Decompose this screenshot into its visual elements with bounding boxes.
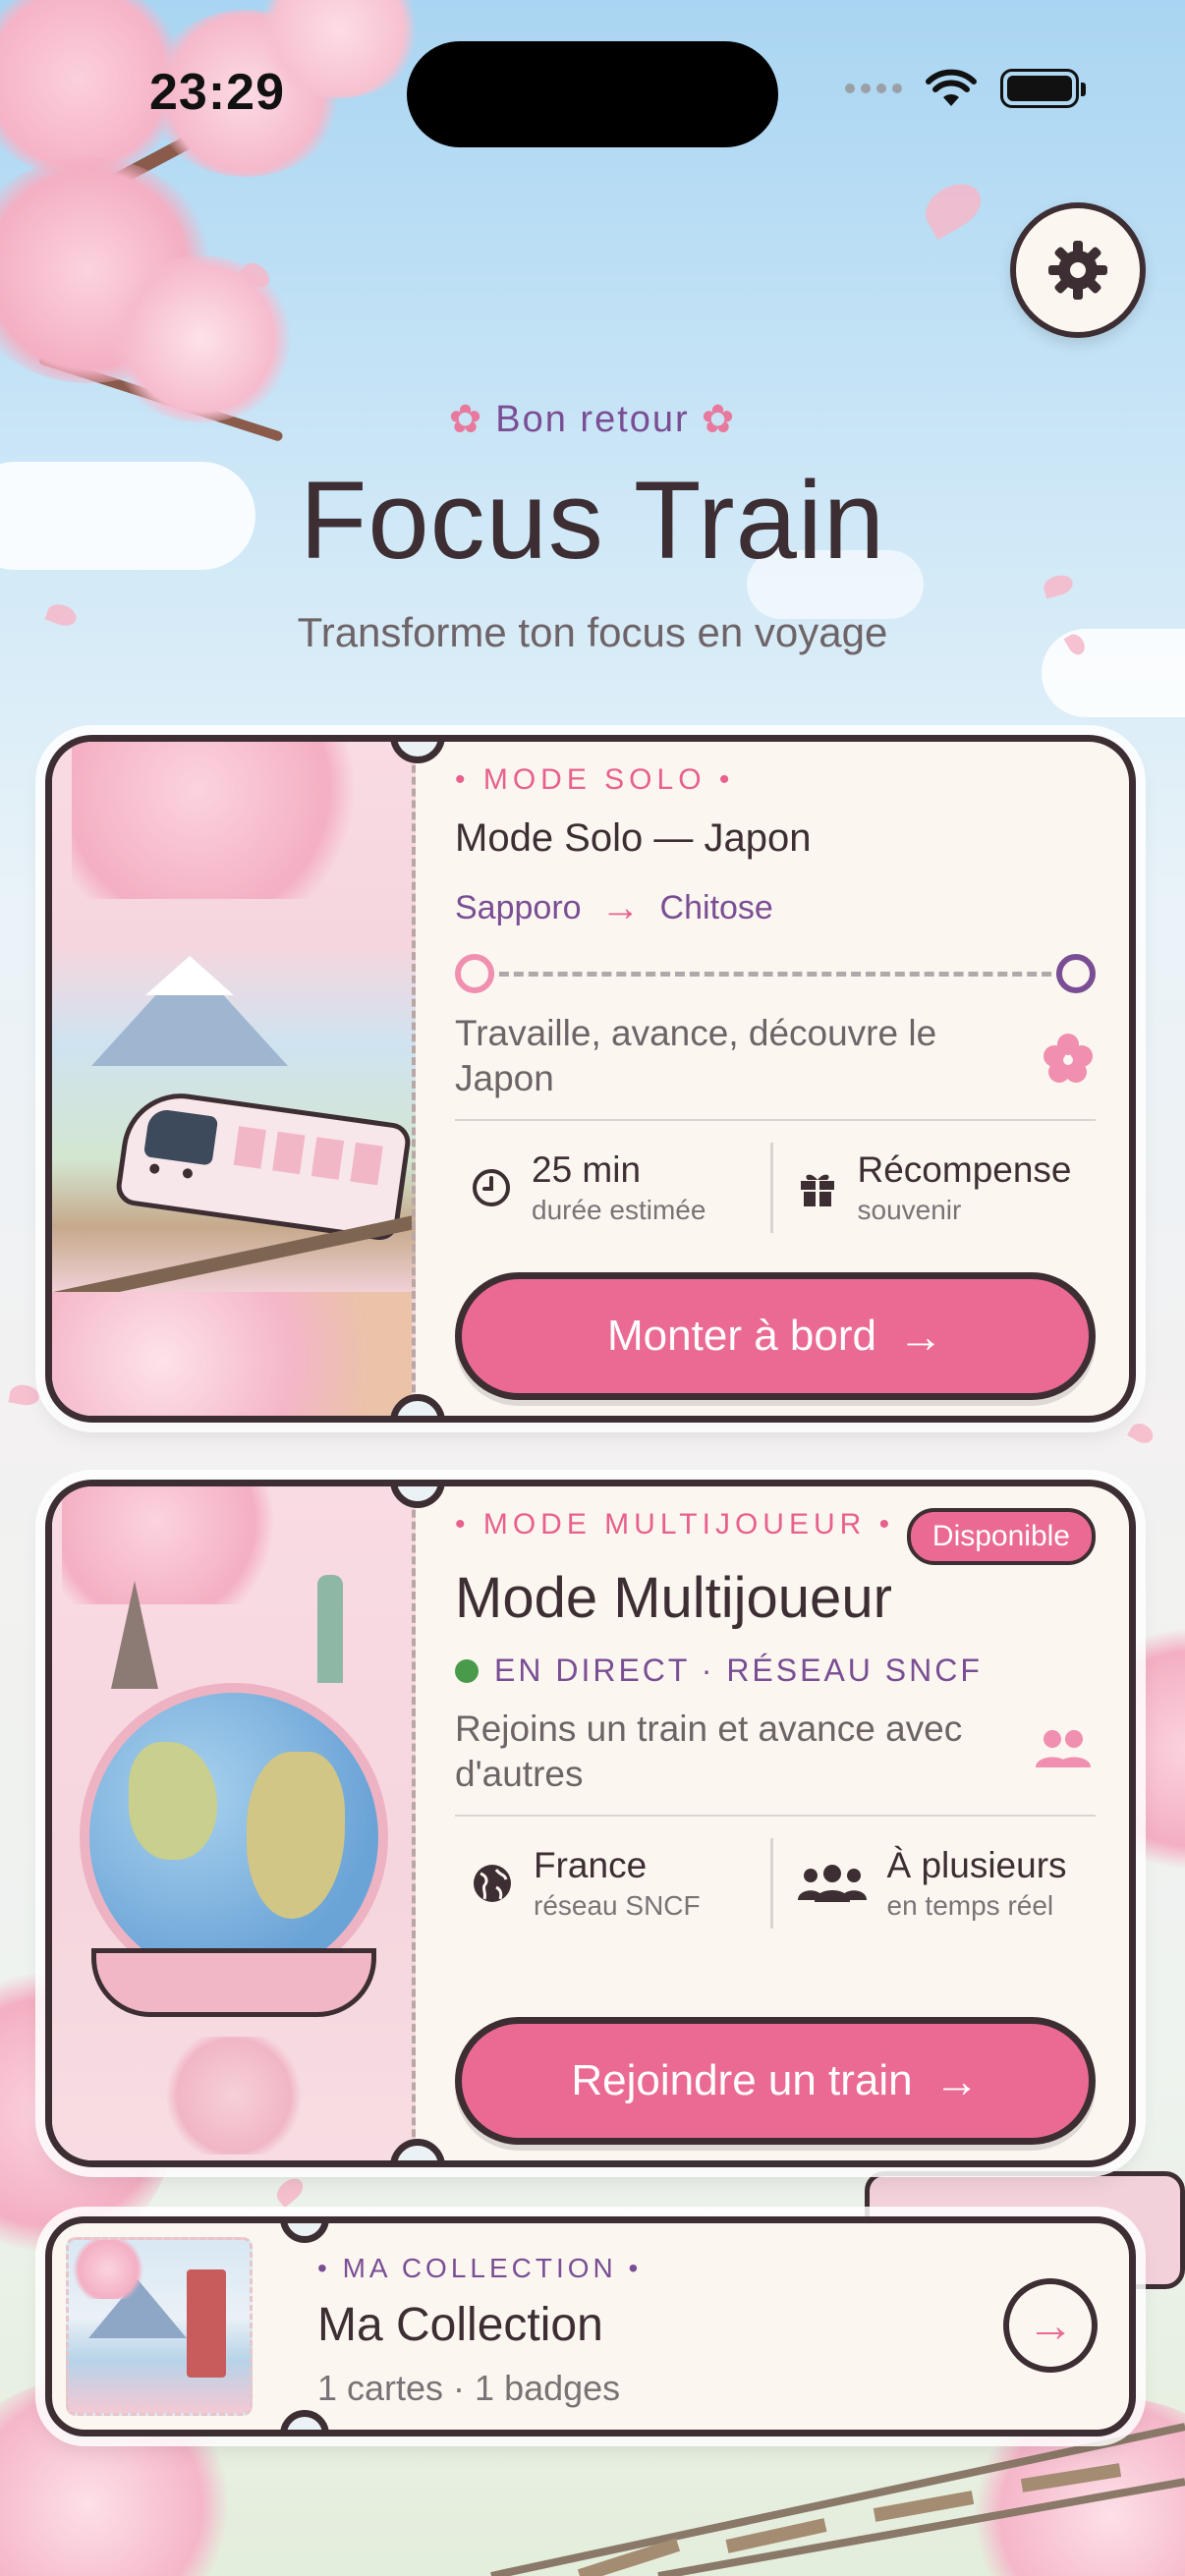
board-button[interactable]: Monter à bord → (455, 1272, 1096, 1400)
route-from: Sapporo (455, 889, 582, 926)
card-title: Mode Multijoueur (455, 1566, 892, 1630)
arrow-right-icon: → (1027, 2299, 1074, 2352)
pagoda (160, 2037, 308, 2155)
flower-icon: ✿ (701, 398, 737, 441)
group-icon (1036, 1730, 1091, 1767)
gift-icon (800, 1174, 834, 1206)
globe-illustration (52, 1486, 416, 2160)
open-collection-button[interactable]: → (1003, 2278, 1098, 2373)
blossom-cluster (72, 742, 386, 899)
signal-icon (845, 84, 902, 93)
stat-duration: 25 min durée estimée (455, 1143, 770, 1233)
eiffel-tower (111, 1581, 158, 1689)
stat-sub: en temps réel (886, 1890, 1054, 1921)
globe (80, 1683, 388, 1991)
status-icons (845, 69, 1086, 108)
stat-network: France réseau SNCF (455, 1838, 770, 1929)
train-illustration (114, 1086, 412, 1243)
header: ✿ Bon retour ✿ Focus Train Transforme to… (0, 397, 1185, 656)
train-ring (91, 1948, 376, 2017)
collection-body: • MA COLLECTION • Ma Collection 1 cartes… (317, 2253, 642, 2409)
card-description: Travaille, avance, découvre le Japon (455, 1013, 937, 1098)
status-time: 23:29 (149, 64, 285, 121)
stat-players: À plusieurs en temps réel (769, 1838, 1097, 1929)
app-subtitle: Transforme ton focus en voyage (297, 609, 888, 655)
petal (917, 174, 989, 241)
stat-main: À plusieurs (886, 1845, 1067, 1885)
collection-title: Ma Collection (317, 2299, 603, 2351)
card-title: Mode Solo — Japon (455, 816, 812, 860)
ticket-notch (280, 2223, 329, 2243)
ticket-notch (280, 2410, 329, 2430)
stat-main: Récompense (857, 1149, 1072, 1190)
live-status: EN DIRECT · RÉSEAU SNCF (455, 1652, 1096, 1689)
globe-icon (474, 1865, 511, 1902)
stat-sub: durée estimée (532, 1195, 706, 1225)
divider (455, 1815, 1096, 1817)
available-badge: Disponible (906, 1508, 1096, 1565)
welcome-text: Bon retour (495, 398, 690, 440)
card-description: Rejoins un train et avance avec d'autres (455, 1708, 963, 1794)
collection-card[interactable]: • MA COLLECTION • Ma Collection 1 cartes… (45, 2216, 1136, 2436)
arrow-right-icon: → (600, 886, 641, 929)
card-stats: 25 min durée estimée Récompense souvenir (455, 1143, 1096, 1233)
arrow-right-icon: → (897, 1311, 943, 1362)
arrow-right-icon: → (933, 2055, 980, 2106)
stat-main: 25 min (532, 1149, 642, 1190)
button-label: Rejoindre un train (571, 2056, 913, 2104)
statue-of-liberty (317, 1575, 343, 1683)
app-title: Focus Train (299, 459, 886, 582)
flower-icon: ✿ (448, 398, 484, 441)
japan-train-illustration (52, 742, 416, 1416)
stat-reward: Récompense souvenir (769, 1143, 1097, 1233)
clock-icon (473, 1169, 510, 1206)
progress-end-dot (1056, 954, 1096, 993)
divider (455, 1119, 1096, 1121)
welcome-line: ✿ Bon retour ✿ (0, 397, 1185, 442)
solo-mode-card[interactable]: • MODE SOLO • Mode Solo — Japon Sapporo … (45, 735, 1136, 1423)
progress-start-dot (455, 954, 494, 993)
petal (1127, 1420, 1157, 1447)
multiplayer-mode-card[interactable]: • MODE MULTIJOUEUR • Disponible Mode Mul… (45, 1480, 1136, 2167)
wifi-icon (926, 69, 977, 106)
button-label: Monter à bord (607, 1312, 876, 1360)
route: Sapporo → Chitose (455, 886, 1096, 930)
collection-stamp-illustration (66, 2237, 253, 2416)
live-text: EN DIRECT · RÉSEAU SNCF (494, 1652, 983, 1688)
mode-label: • MODE SOLO • (455, 763, 735, 796)
flower-icon (1044, 1034, 1093, 1083)
route-progress (455, 954, 1096, 993)
settings-button[interactable] (1010, 202, 1146, 338)
join-train-button[interactable]: Rejoindre un train → (455, 2017, 1096, 2145)
mountain-snow (145, 956, 234, 995)
route-to: Chitose (659, 889, 773, 926)
card-stats: France réseau SNCF À plusieurs en temps … (455, 1838, 1096, 1929)
collection-label: • MA COLLECTION • (317, 2253, 643, 2283)
stat-sub: souvenir (857, 1195, 962, 1225)
multiplayer-card-body: • MODE MULTIJOUEUR • Disponible Mode Mul… (455, 1486, 1096, 2160)
battery-icon (1000, 69, 1086, 108)
live-dot-icon (455, 1658, 479, 1683)
flower-field (52, 1292, 412, 1416)
solo-card-body: • MODE SOLO • Mode Solo — Japon Sapporo … (455, 742, 1096, 1416)
gear-icon (1048, 241, 1107, 300)
users-icon (797, 1865, 867, 1902)
dynamic-island (407, 41, 778, 147)
blossom-cluster (62, 1486, 298, 1604)
stat-sub: réseau SNCF (534, 1890, 701, 1921)
petal (8, 1382, 41, 1408)
stat-main: France (534, 1845, 648, 1885)
petal (272, 2173, 308, 2209)
collection-subtitle: 1 cartes · 1 badges (317, 2368, 621, 2408)
